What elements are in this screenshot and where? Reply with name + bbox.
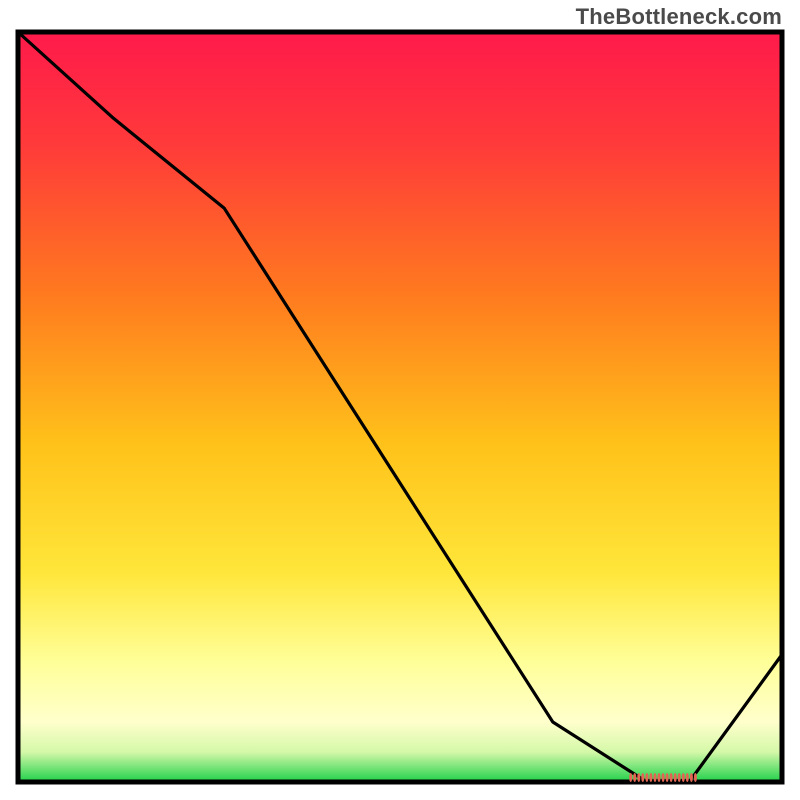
chart-container: TheBottleneck.com: [0, 0, 800, 800]
optimal-band-tick: [682, 773, 685, 782]
watermark-text: TheBottleneck.com: [576, 4, 782, 30]
optimal-band-tick: [690, 773, 693, 782]
optimal-band-tick: [633, 773, 636, 782]
optimal-band: [629, 773, 697, 782]
optimal-band-tick: [694, 773, 697, 782]
optimal-band-tick: [670, 773, 673, 782]
optimal-band-tick: [686, 773, 689, 782]
optimal-band-tick: [658, 773, 661, 782]
optimal-band-tick: [654, 773, 657, 782]
optimal-band-tick: [645, 773, 648, 782]
optimal-band-tick: [641, 773, 644, 782]
optimal-band-tick: [629, 773, 632, 782]
optimal-band-tick: [678, 773, 681, 782]
optimal-band-tick: [674, 773, 677, 782]
plot-background: [18, 32, 782, 782]
optimal-band-tick: [637, 773, 640, 782]
optimal-band-tick: [662, 773, 665, 782]
optimal-band-tick: [666, 773, 669, 782]
optimal-band-tick: [649, 773, 652, 782]
bottleneck-chart: [0, 0, 800, 800]
